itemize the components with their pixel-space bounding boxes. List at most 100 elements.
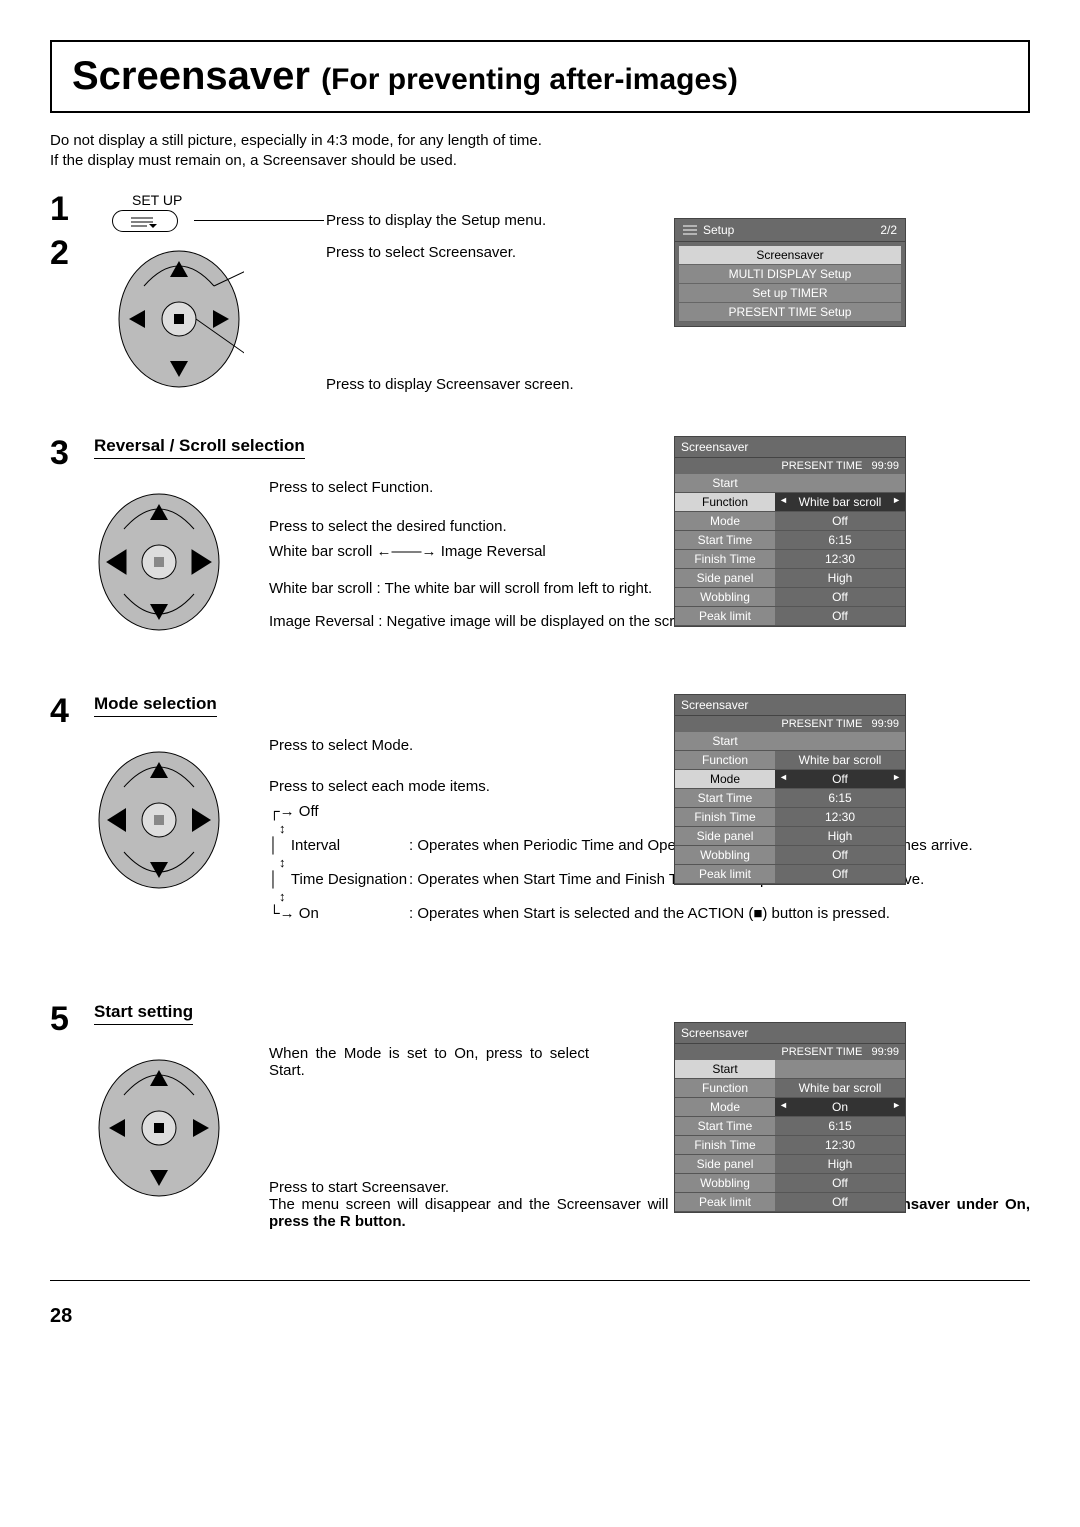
osd-row-value: Off [775, 607, 905, 625]
osd-row-label: Peak limit [675, 1193, 775, 1211]
osd-row-label: Start [675, 732, 775, 750]
osd-row-value: 12:30 [775, 550, 905, 568]
osd1-item: PRESENT TIME Setup [679, 303, 901, 322]
step-3: 3 Reversal / Scroll selection [50, 436, 1030, 686]
osd-row-value: 6:15 [775, 1117, 905, 1135]
osd1-item: Screensaver [679, 246, 901, 265]
osd-row: ModeOn [675, 1098, 905, 1117]
step3-d2: Press to select the desired function. [269, 518, 1030, 535]
step5-d2: Press to start Screensaver. [269, 1179, 1030, 1196]
osd-row-value: White bar scroll [775, 493, 905, 511]
osd-row-label: Mode [675, 512, 775, 530]
osd-row-value: Off [775, 770, 905, 788]
osd-row-label: Peak limit [675, 607, 775, 625]
step3-note1: White bar scroll : The white bar will sc… [269, 580, 1030, 597]
osd-row: Side panelHigh [675, 569, 905, 588]
dpad-icon [94, 484, 224, 634]
osd-row-label: Side panel [675, 569, 775, 587]
osd-row: Peak limitOff [675, 607, 905, 626]
osd-row: FunctionWhite bar scroll [675, 493, 905, 512]
step3-heading: Reversal / Scroll selection [94, 436, 305, 459]
osd-row-value: On [775, 1098, 905, 1116]
osd-row-label: Mode [675, 770, 775, 788]
osd-row: WobblingOff [675, 1174, 905, 1193]
osd-row-label: Finish Time [675, 808, 775, 826]
step3-d1: Press to select Function. [269, 479, 1030, 496]
step-num-1: 1 [50, 192, 94, 226]
setup-button-icon [112, 210, 178, 232]
osd-row: FunctionWhite bar scroll [675, 751, 905, 770]
osd-row-label: Start [675, 474, 775, 492]
osd-row-value [775, 732, 905, 750]
step-2: 2 Press to select Screensaver. Press [50, 236, 1030, 406]
dpad-icon [114, 241, 244, 391]
osd-row-label: Wobbling [675, 588, 775, 606]
step4-d1: Press to select Mode. [269, 737, 1030, 754]
osd-row-value: Off [775, 512, 905, 530]
osd-row-label: Function [675, 1079, 775, 1097]
osd-row-value: Off [775, 1193, 905, 1211]
osd-row: Start Time6:15 [675, 531, 905, 550]
osd-row-label: Finish Time [675, 1136, 775, 1154]
step5-heading: Start setting [94, 1002, 193, 1025]
osd-row-label: Start Time [675, 1117, 775, 1135]
osd2-title: Screensaver [675, 437, 905, 458]
osd-row-label: Side panel [675, 1155, 775, 1173]
osd-row: Start Time6:15 [675, 789, 905, 808]
step4-d2: Press to select each mode items. [269, 778, 1030, 795]
osd-row: Start [675, 474, 905, 493]
osd1-item: MULTI DISPLAY Setup [679, 265, 901, 284]
step-num-4: 4 [50, 694, 94, 728]
osd-row-label: Start Time [675, 789, 775, 807]
step-num-2: 2 [50, 236, 94, 270]
osd-row: ModeOff [675, 512, 905, 531]
osd-row-value: High [775, 827, 905, 845]
dpad-icon [94, 742, 224, 892]
osd-row-value: 6:15 [775, 531, 905, 549]
osd-row-value: High [775, 1155, 905, 1173]
intro-line1: Do not display a still picture, especial… [50, 131, 1030, 151]
title-main: Screensaver [72, 54, 321, 98]
osd-row: Finish Time12:30 [675, 550, 905, 569]
menu-icon [683, 225, 697, 235]
osd-row: ModeOff [675, 770, 905, 789]
step3-arrow: White bar scroll ←――→ Image Reversal [269, 543, 1030, 560]
step5-d1: When the Mode is set to On, press to sel… [269, 1045, 589, 1079]
osd4-title: Screensaver [675, 1023, 905, 1044]
step-4: 4 Mode selection [50, 694, 1030, 994]
step2-desc2: Press to display Screensaver screen. [326, 376, 574, 393]
osd-row-label: Wobbling [675, 846, 775, 864]
osd3-pt: PRESENT TIME 99:99 [675, 716, 905, 732]
osd-row-value: 12:30 [775, 808, 905, 826]
osd-screensaver-3: Screensaver PRESENT TIME 99:99 StartFunc… [674, 436, 906, 627]
osd-row-label: Start [675, 1060, 775, 1078]
osd-row: Peak limitOff [675, 1193, 905, 1212]
osd-row-value: 6:15 [775, 789, 905, 807]
osd-row-value: Off [775, 1174, 905, 1192]
osd1-title: Setup [703, 223, 734, 237]
osd-row: Peak limitOff [675, 865, 905, 884]
osd-row: Finish Time12:30 [675, 1136, 905, 1155]
step-num-3: 3 [50, 436, 94, 470]
step3-note2: Image Reversal : Negative image will be … [269, 613, 1030, 630]
mode-cycle: ┌→ Off ↕ │ Interval: Operates when Perio… [269, 803, 1030, 922]
osd-row-value: High [775, 569, 905, 587]
osd3-title: Screensaver [675, 695, 905, 716]
intro-text: Do not display a still picture, especial… [50, 131, 1030, 172]
step1-desc: Press to display the Setup menu. [326, 212, 546, 229]
osd-row: Side panelHigh [675, 827, 905, 846]
osd-row-value: Off [775, 846, 905, 864]
osd-row-value [775, 474, 905, 492]
setup-label: SET UP [132, 192, 1030, 208]
bottom-rule [50, 1280, 1030, 1281]
osd-row-value: White bar scroll [775, 751, 905, 769]
osd-row: Start [675, 1060, 905, 1079]
osd-row-label: Start Time [675, 531, 775, 549]
osd-row: WobblingOff [675, 588, 905, 607]
osd-setup-menu: Setup 2/2 Screensaver MULTI DISPLAY Setu… [674, 218, 906, 327]
osd1-list: Screensaver MULTI DISPLAY Setup Set up T… [679, 246, 901, 322]
step-5: 5 Start setting [50, 1002, 1030, 1262]
page-title-box: Screensaver (For preventing after-images… [50, 40, 1030, 113]
osd-row-label: Finish Time [675, 550, 775, 568]
osd-row-label: Side panel [675, 827, 775, 845]
